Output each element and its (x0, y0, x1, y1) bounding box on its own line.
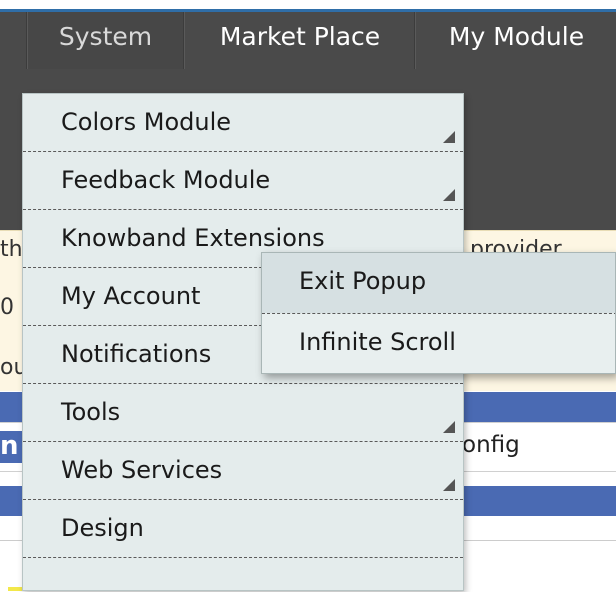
submenu-item-infinite-scroll[interactable]: Infinite Scroll (262, 313, 615, 373)
menu-item-label: Knowband Extensions (61, 224, 325, 252)
menu-item-colors-module[interactable]: Colors Module (23, 94, 463, 152)
menu-item-label: Web Services (61, 456, 223, 484)
menu-item-feedback-module[interactable]: Feedback Module (23, 152, 463, 210)
notice-text-fragment: th (0, 237, 23, 262)
top-band (0, 0, 616, 9)
nav-divider (26, 12, 28, 72)
menu-item-design[interactable]: Design (23, 500, 463, 558)
submenu-arrow-icon (443, 479, 455, 491)
menu-item-label: Notifications (61, 340, 212, 368)
nav-item-my-module[interactable]: My Module (417, 12, 616, 69)
submenu-item-exit-popup[interactable]: Exit Popup (262, 253, 615, 313)
submenu-item-label: Exit Popup (299, 267, 427, 295)
menu-item-label: Tools (61, 398, 121, 426)
notice-text-fragment: ou (0, 355, 24, 380)
submenu-arrow-icon (443, 421, 455, 433)
menu-item-label: Feedback Module (61, 166, 271, 194)
config-fragment: n (0, 431, 22, 463)
yellow-marker (8, 587, 22, 591)
knowband-submenu: Exit Popup Infinite Scroll (261, 252, 616, 374)
nav-divider (414, 12, 416, 72)
submenu-arrow-icon (443, 131, 455, 143)
submenu-arrow-icon (443, 189, 455, 201)
top-navbar: System Market Place My Module (0, 9, 616, 72)
notice-text-fragment: 0 r (0, 295, 24, 320)
nav-item-market-place[interactable]: Market Place (185, 12, 415, 69)
menu-item-label: Design (61, 514, 144, 542)
menu-item-web-services[interactable]: Web Services (23, 442, 463, 500)
menu-item-tools[interactable]: Tools (23, 384, 463, 442)
config-text: onfig (462, 432, 520, 458)
nav-item-system[interactable]: System (28, 12, 183, 69)
menu-item-label: Colors Module (61, 108, 232, 136)
menu-item-label: My Account (61, 282, 201, 310)
submenu-item-label: Infinite Scroll (299, 328, 456, 356)
